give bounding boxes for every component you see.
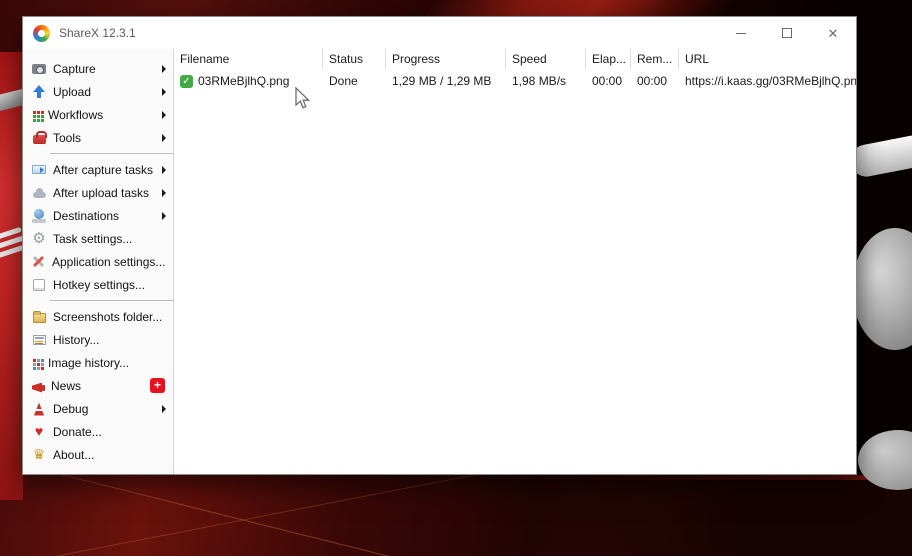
minimize-button[interactable] (718, 17, 764, 49)
elapsed-cell: 00:00 (592, 74, 623, 88)
column-header-progress[interactable]: Progress (386, 49, 506, 69)
sharex-window: ShareX 12.3.1 ✕ Capture Upload Workflows (22, 16, 857, 475)
status-cell: Done (329, 74, 358, 88)
sidebar-separator (50, 300, 173, 301)
upload-arrow-icon (31, 84, 47, 100)
wallpaper-bottom-wedge (480, 480, 912, 556)
sidebar-item-task-settings[interactable]: ⚙ Task settings... (23, 227, 173, 250)
sidebar-separator (50, 153, 173, 154)
maximize-button[interactable] (764, 17, 810, 49)
filename-text: 03RMeBjlhQ.png (198, 74, 290, 88)
cloud-icon (31, 185, 47, 201)
minimize-icon (736, 32, 746, 34)
workflows-grid-icon (31, 109, 42, 120)
sidebar-item-about[interactable]: ♛ About... (23, 443, 173, 466)
sidebar-item-screenshots-folder[interactable]: Screenshots folder... (23, 305, 173, 328)
sidebar-item-after-upload-tasks[interactable]: After upload tasks (23, 181, 173, 204)
task-list: Filename Status Progress Speed Elap... R… (174, 49, 856, 474)
sidebar: Capture Upload Workflows Tools After cap… (23, 49, 174, 474)
gear-icon: ⚙ (32, 229, 46, 247)
speed-cell: 1,98 MB/s (512, 74, 567, 88)
done-check-icon: ✓ (180, 74, 193, 88)
submenu-arrow-icon (162, 188, 166, 197)
remaining-cell: 00:00 (637, 74, 668, 88)
history-list-icon (31, 332, 47, 348)
submenu-arrow-icon (162, 165, 166, 174)
close-button[interactable]: ✕ (810, 17, 856, 49)
window-title: ShareX 12.3.1 (59, 26, 136, 40)
column-header-status[interactable]: Status (323, 49, 386, 69)
sidebar-item-workflows[interactable]: Workflows (23, 103, 173, 126)
globe-icon (31, 208, 47, 224)
sidebar-item-destinations[interactable]: Destinations (23, 204, 173, 227)
submenu-arrow-icon (162, 64, 166, 73)
sidebar-item-history[interactable]: History... (23, 328, 173, 351)
news-badge: + (150, 378, 165, 393)
submenu-arrow-icon (162, 404, 166, 413)
megaphone-icon (31, 380, 45, 392)
window-body: Capture Upload Workflows Tools After cap… (23, 49, 856, 474)
window-controls: ✕ (718, 17, 856, 49)
progress-cell: 1,29 MB / 1,29 MB (392, 74, 492, 88)
sidebar-item-tools[interactable]: Tools (23, 126, 173, 149)
column-header-remaining[interactable]: Rem... (631, 49, 679, 69)
filename-cell: ✓ 03RMeBjlhQ.png (174, 74, 323, 88)
submenu-arrow-icon (162, 87, 166, 96)
folder-icon (31, 309, 47, 325)
heart-icon: ♥ (34, 423, 44, 439)
column-header-elapsed[interactable]: Elap... (586, 49, 631, 69)
sidebar-item-capture[interactable]: Capture (23, 57, 173, 80)
table-row[interactable]: ✓ 03RMeBjlhQ.png Done 1,29 MB / 1,29 MB … (174, 71, 856, 91)
keyboard-key-icon (31, 277, 47, 293)
sidebar-item-image-history[interactable]: Image history... (23, 351, 173, 374)
wallpaper-left-logo-strip (0, 52, 23, 500)
close-icon: ✕ (827, 25, 839, 41)
column-header-speed[interactable]: Speed (506, 49, 586, 69)
sidebar-item-upload[interactable]: Upload (23, 80, 173, 103)
sidebar-item-application-settings[interactable]: Application settings... (23, 250, 173, 273)
submenu-arrow-icon (162, 133, 166, 142)
sharex-logo-icon (33, 24, 50, 42)
crown-icon: ♛ (32, 446, 46, 462)
wrench-screwdriver-icon (31, 254, 46, 269)
slide-icon (31, 162, 47, 178)
column-header-filename[interactable]: Filename (174, 49, 323, 69)
sidebar-item-hotkey-settings[interactable]: Hotkey settings... (23, 273, 173, 296)
camera-icon (31, 61, 47, 77)
sidebar-item-news[interactable]: News + (23, 374, 173, 397)
submenu-arrow-icon (162, 110, 166, 119)
titlebar[interactable]: ShareX 12.3.1 ✕ (23, 17, 856, 49)
sidebar-item-after-capture-tasks[interactable]: After capture tasks (23, 158, 173, 181)
url-cell: https://i.kaas.gg/03RMeBjlhQ.png (685, 74, 856, 88)
traffic-cone-icon (31, 401, 47, 417)
maximize-icon (782, 28, 792, 38)
submenu-arrow-icon (162, 211, 166, 220)
list-header: Filename Status Progress Speed Elap... R… (174, 49, 856, 69)
sidebar-item-debug[interactable]: Debug (23, 397, 173, 420)
column-header-url[interactable]: URL (679, 49, 856, 69)
sidebar-item-donate[interactable]: ♥ Donate... (23, 420, 173, 443)
toolbox-icon (31, 130, 47, 146)
image-grid-icon (31, 357, 42, 368)
